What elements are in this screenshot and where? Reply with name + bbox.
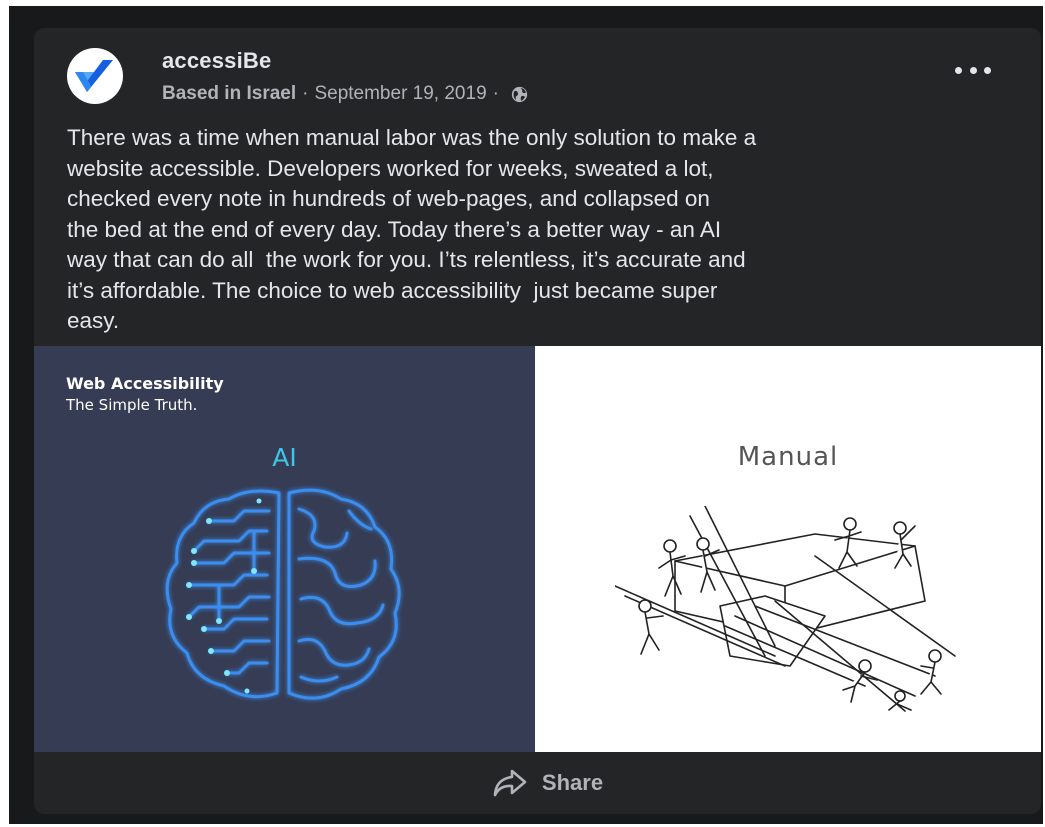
- post-image[interactable]: Web Accessibility The Simple Truth. AI M…: [34, 346, 1041, 752]
- manual-labor-illustration: [615, 506, 956, 712]
- accessibe-logo-icon: [75, 60, 113, 92]
- post-text: There was a time when manual labor was t…: [67, 125, 757, 333]
- post-actions: Share: [34, 752, 1041, 814]
- ai-label: AI: [272, 443, 297, 472]
- image-manual-panel: Manual: [535, 346, 1041, 752]
- share-arrow-icon: [493, 769, 527, 797]
- screenshot-frame: accessiBe Based in Israel · September 19…: [9, 6, 1043, 824]
- post-date[interactable]: September 19, 2019: [314, 83, 486, 105]
- image-subtitle: The Simple Truth.: [66, 396, 198, 414]
- post-header: accessiBe Based in Israel · September 19…: [34, 28, 1041, 118]
- image-title: Web Accessibility: [66, 374, 224, 393]
- more-options-icon: [984, 66, 991, 74]
- image-ai-panel: Web Accessibility The Simple Truth. AI: [34, 346, 535, 752]
- more-options-icon: [955, 66, 962, 74]
- page-name[interactable]: accessiBe: [162, 48, 271, 74]
- more-options-icon: [969, 66, 977, 74]
- meta-separator: ·: [492, 83, 499, 104]
- brain-circuit-illustration: [165, 488, 401, 700]
- post-location: Based in Israel: [162, 83, 297, 104]
- globe-icon: [511, 86, 528, 102]
- more-options-button[interactable]: [955, 58, 991, 82]
- manual-label: Manual: [737, 442, 839, 472]
- post-card: accessiBe Based in Israel · September 19…: [34, 28, 1041, 814]
- meta-separator: ·: [302, 83, 309, 104]
- post-meta: Based in Israel · September 19, 2019 ·: [162, 83, 528, 105]
- share-button[interactable]: Share: [492, 768, 603, 798]
- page-avatar[interactable]: [67, 48, 123, 104]
- share-label: Share: [541, 770, 604, 795]
